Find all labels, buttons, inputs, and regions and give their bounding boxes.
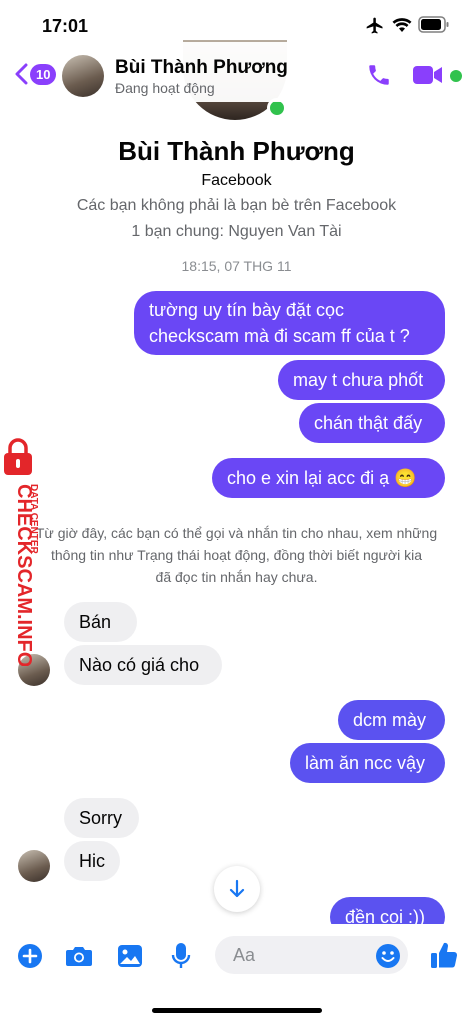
info-line: thông tin như Trạng thái hoạt động, đồng…	[50, 547, 423, 563]
status-time: 17:01	[42, 16, 89, 36]
voice-call-icon[interactable]	[366, 62, 392, 88]
message-text: checkscam mà đi scam ff của t ?	[149, 326, 410, 346]
back-button[interactable]: 10	[14, 63, 57, 85]
scroll-to-bottom-button[interactable]	[214, 866, 260, 912]
airplane-mode-icon	[366, 17, 383, 34]
message-timestamp: 18:15, 07 THG 11	[181, 258, 292, 274]
info-line: đã đọc tin nhắn hay chưa.	[155, 569, 318, 585]
header-avatar[interactable]	[62, 55, 104, 97]
header-contact-name[interactable]: Bùi Thành Phương	[115, 57, 288, 79]
outgoing-message[interactable]: may t chưa phốt	[278, 360, 445, 400]
chat-info-note: Từ giờ đây, các bạn có thể gọi và nhắn t…	[0, 522, 473, 588]
header-online-dot	[450, 70, 462, 82]
outgoing-message[interactable]: chán thật đấy	[299, 403, 445, 443]
incoming-message[interactable]: Bán r	[64, 602, 137, 672]
video-call-icon[interactable]	[412, 64, 444, 86]
incoming-message[interactable]: Nào có giá cho	[64, 645, 222, 685]
camera-icon[interactable]	[65, 944, 93, 968]
wifi-icon	[392, 18, 412, 32]
outgoing-message[interactable]: làm ăn ncc vậy	[290, 743, 445, 783]
microphone-icon[interactable]	[171, 942, 191, 970]
incoming-message[interactable]: Sorry	[64, 798, 139, 838]
message-input-placeholder: Aa	[233, 945, 256, 965]
thumbs-up-icon[interactable]	[430, 940, 458, 970]
info-line: Từ giờ đây, các bạn có thể gọi và nhắn t…	[35, 525, 438, 541]
sender-avatar[interactable]	[18, 850, 50, 882]
home-indicator	[152, 1008, 322, 1013]
profile-friend-note: Các bạn không phải là bạn bè trên Facebo…	[76, 197, 397, 214]
outgoing-message[interactable]: dcm mày	[338, 700, 445, 740]
sender-avatar[interactable]	[18, 654, 50, 686]
unread-count-badge: 10	[30, 63, 57, 85]
outgoing-message[interactable]: cho e xin lại acc đi ạ 😁	[212, 458, 445, 498]
arrow-down-icon	[229, 879, 245, 898]
outgoing-message[interactable]: tường uy tín bày đặt cọc checkscam mà đi…	[134, 291, 445, 355]
emoji-icon[interactable]	[375, 943, 401, 969]
profile-platform: Facebook	[201, 172, 272, 189]
battery-icon	[418, 16, 449, 33]
profile-name: Bùi Thành Phương	[118, 136, 355, 166]
header-active-status: Đang hoạt động	[115, 80, 215, 96]
plus-circle-icon[interactable]	[17, 943, 43, 969]
incoming-message[interactable]: Hic	[64, 841, 120, 881]
profile-mutual-friends[interactable]: 1 bạn chung: Nguyen Van Tài	[0, 223, 473, 241]
chevron-left-icon	[15, 63, 28, 85]
photo-gallery-icon[interactable]	[117, 944, 143, 968]
message-text: tường uy tín bày đặt cọc	[149, 300, 344, 320]
